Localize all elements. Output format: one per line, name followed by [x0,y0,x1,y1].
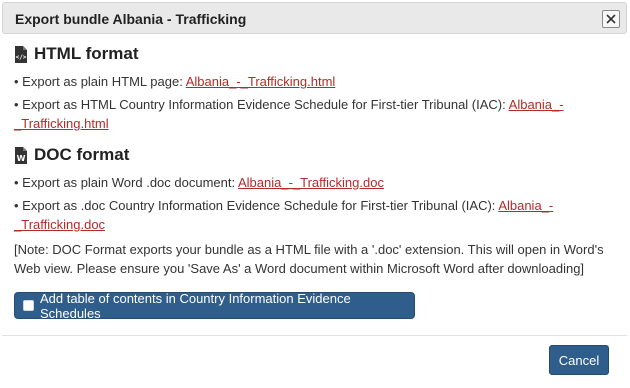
html-export-schedule-cont: _Trafficking.html [14,114,614,134]
html-export-plain: • Export as plain HTML page: Albania_-_T… [14,72,614,92]
doc-plain-label: • Export as plain Word .doc document: [14,175,238,190]
close-button[interactable] [602,10,620,28]
doc-schedule-link-part1[interactable]: Albania_- [498,198,553,213]
doc-export-plain: • Export as plain Word .doc document: Al… [14,173,614,193]
html-schedule-link-part1[interactable]: Albania_- [509,97,564,112]
footer-divider [2,335,627,336]
doc-export-schedule: • Export as .doc Country Information Evi… [14,196,614,216]
html-export-schedule: • Export as HTML Country Information Evi… [14,95,614,115]
export-dialog: Export bundle Albania - Trafficking </> … [0,0,630,388]
html-schedule-link-part2[interactable]: _Trafficking.html [14,116,109,131]
close-icon [606,14,616,24]
html-plain-link[interactable]: Albania_-_Trafficking.html [186,74,336,89]
cancel-button[interactable]: Cancel [549,345,609,375]
doc-schedule-link-part2[interactable]: _Trafficking.doc [14,217,105,232]
toc-button-label: Add table of contents in Country Informa… [39,290,351,321]
add-toc-toggle-button[interactable]: Add table of contents in Country Informa… [14,290,415,321]
dialog-title-bar: Export bundle Albania - Trafficking [2,2,627,34]
html-plain-label: • Export as plain HTML page: [14,74,186,89]
html-section-title: HTML format [34,44,139,63]
svg-text:</>: </> [16,54,27,61]
doc-schedule-label: • Export as .doc Country Information Evi… [14,198,499,213]
html-section-heading: </> HTML format [14,44,139,64]
doc-export-schedule-cont: _Trafficking.doc [14,215,614,235]
doc-section-heading: W DOC format [14,145,129,165]
doc-plain-link[interactable]: Albania_-_Trafficking.doc [238,175,384,190]
html-schedule-label: • Export as HTML Country Information Evi… [14,97,509,112]
word-file-icon: W [15,146,27,164]
doc-section-title: DOC format [34,145,130,164]
dialog-title: Export bundle Albania - Trafficking [15,11,247,27]
doc-note-line2: Web view. Please ensure you 'Save As' a … [14,261,585,276]
svg-text:W: W [17,154,26,163]
toc-checkbox[interactable] [23,300,34,311]
html-file-icon: </> [15,45,27,63]
doc-note-line1: [Note: DOC Format exports your bundle as… [14,242,604,257]
